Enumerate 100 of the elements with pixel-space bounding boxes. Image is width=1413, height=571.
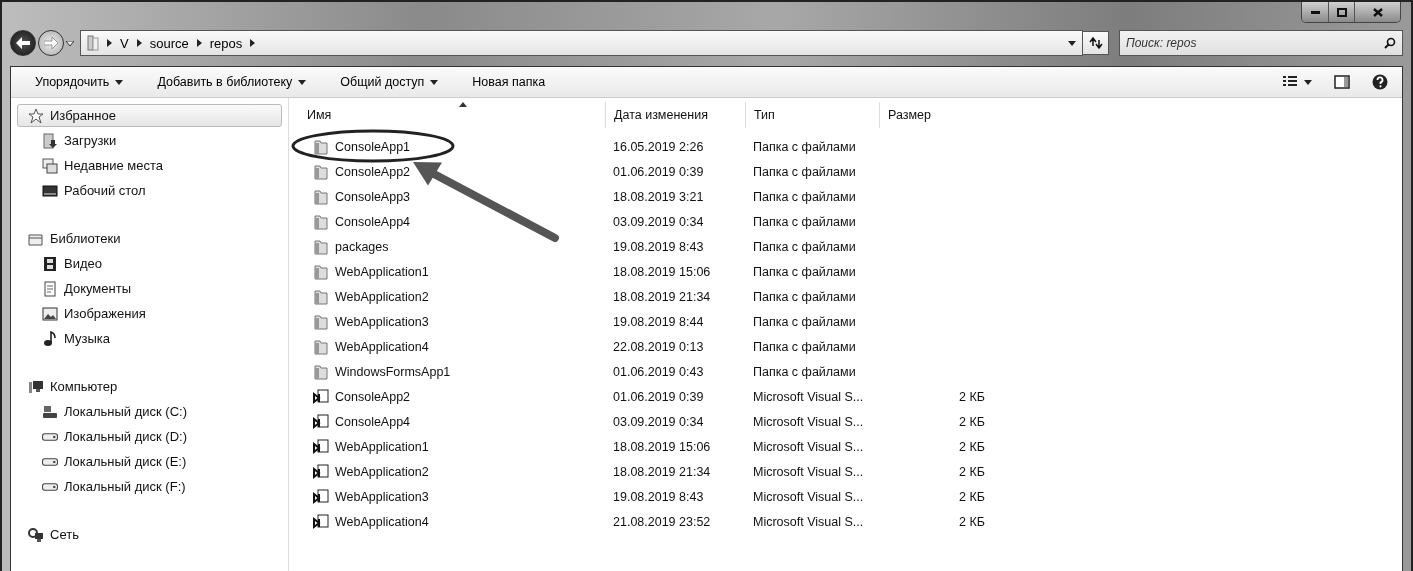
file-type: Папка с файлами: [752, 314, 857, 329]
file-row[interactable]: WebApplication4 22.08.2019 0:13 Папка с файлами: [299, 334, 1402, 359]
forward-button[interactable]: [38, 30, 64, 56]
file-row[interactable]: ConsoleApp1 16.05.2019 2:26 Папка с файлами: [299, 134, 1402, 159]
desktop-icon: [42, 182, 58, 199]
solution-file-icon: [313, 413, 329, 430]
file-name: WebApplication2: [299, 288, 605, 305]
column-header[interactable]: Имя: [299, 102, 605, 128]
modified-date: 19.08.2019 8:43: [612, 489, 705, 504]
file-row[interactable]: WebApplication4 21.08.2019 23:52 Microsoft Visual S... 2 КБ: [299, 509, 1402, 534]
nav-item[interactable]: Рабочий стол: [17, 179, 282, 202]
file-row[interactable]: WebApplication3 19.08.2019 8:44 Папка с файлами: [299, 309, 1402, 334]
nav-item[interactable]: Локальный диск (F:): [17, 475, 282, 498]
maximize-button[interactable]: [1328, 2, 1354, 22]
file-name: WebApplication1: [299, 438, 605, 455]
close-button[interactable]: [1354, 2, 1400, 22]
modified-date: 18.08.2019 3:21: [612, 189, 705, 204]
folder-icon: [313, 188, 329, 205]
file-name: WebApplication2: [299, 463, 605, 480]
minimize-button[interactable]: [1302, 2, 1328, 22]
file-name: WebApplication3: [299, 488, 605, 505]
nav-item[interactable]: Локальный диск (E:): [17, 450, 282, 473]
file-name: ConsoleApp4: [299, 213, 605, 230]
nav-item[interactable]: Локальный диск (C:): [17, 400, 282, 423]
nav-item[interactable]: Документы: [17, 277, 282, 300]
modified-date: 18.08.2019 21:34: [612, 464, 712, 479]
toolbar-button[interactable]: Добавить в библиотеку: [149, 72, 315, 92]
file-row[interactable]: ConsoleApp4 03.09.2019 0:34 Папка с файлами: [299, 209, 1402, 234]
details-view-icon: [1282, 75, 1298, 89]
nav-item[interactable]: Музыка: [17, 327, 282, 350]
nav-item[interactable]: Локальный диск (D:): [17, 425, 282, 448]
file-row[interactable]: packages 19.08.2019 8:43 Папка с файлами: [299, 234, 1402, 259]
toolbar-button[interactable]: Упорядочить: [27, 72, 132, 92]
nav-group[interactable]: Сеть: [17, 523, 282, 546]
file-name: packages: [299, 238, 605, 255]
modified-date: 21.08.2019 23:52: [612, 514, 712, 529]
modified-date: 19.08.2019 8:43: [612, 239, 705, 254]
file-name: WebApplication4: [299, 338, 605, 355]
modified-date: 22.08.2019 0:13: [612, 339, 705, 354]
history-caret-icon[interactable]: [66, 40, 74, 46]
caret-icon: [298, 79, 307, 85]
modified-date: 03.09.2019 0:34: [612, 414, 705, 429]
caret-icon: [115, 79, 124, 85]
file-size: 2 КБ: [958, 439, 986, 454]
toolbar-button[interactable]: Общий доступ: [332, 72, 447, 92]
file-type: Microsoft Visual S...: [752, 514, 865, 529]
file-size: 2 КБ: [958, 514, 986, 529]
address-bar[interactable]: V source repos: [80, 30, 1083, 56]
file-row[interactable]: ConsoleApp3 18.08.2019 3:21 Папка с файлами: [299, 184, 1402, 209]
nav-item[interactable]: Изображения: [17, 302, 282, 325]
file-name: ConsoleApp3: [299, 188, 605, 205]
close-icon: [1372, 7, 1383, 17]
nav-group[interactable]: Избранное: [17, 104, 282, 127]
file-row[interactable]: ConsoleApp4 03.09.2019 0:34 Microsoft Visual S... 2 КБ: [299, 409, 1402, 434]
file-type: Microsoft Visual S...: [752, 464, 865, 479]
network-icon: [28, 526, 44, 543]
folder-icon: [313, 338, 329, 355]
caret-icon: [1304, 79, 1312, 85]
file-row[interactable]: WebApplication2 18.08.2019 21:34 Microsoft Visual S... 2 КБ: [299, 459, 1402, 484]
modified-date: 18.08.2019 21:34: [612, 289, 712, 304]
drive-icon: [42, 457, 58, 466]
file-type: Папка с файлами: [752, 189, 857, 204]
search-icon: [1384, 37, 1396, 49]
refresh-button[interactable]: [1083, 31, 1109, 55]
file-size: 2 КБ: [958, 414, 986, 429]
file-row[interactable]: WebApplication1 18.08.2019 15:06 Microsoft Visual S... 2 КБ: [299, 434, 1402, 459]
file-type: Microsoft Visual S...: [752, 439, 865, 454]
file-row[interactable]: WebApplication1 18.08.2019 15:06 Папка с файлами: [299, 259, 1402, 284]
document-icon: [42, 280, 58, 297]
nav-group[interactable]: Компьютер: [17, 375, 282, 398]
image-icon: [42, 305, 58, 322]
computer-icon: [28, 378, 44, 395]
nav-item[interactable]: Недавние места: [17, 154, 282, 177]
refresh-arrows-icon: [1088, 37, 1103, 49]
toolbar-button[interactable]: Новая папка: [464, 72, 554, 92]
column-header[interactable]: Тип: [745, 102, 879, 128]
breadcrumb[interactable]: V: [120, 35, 129, 51]
solution-file-icon: [313, 463, 329, 480]
search-field[interactable]: Поиск: repos: [1119, 30, 1403, 56]
file-row[interactable]: WebApplication2 18.08.2019 21:34 Папка с файлами: [299, 284, 1402, 309]
file-row[interactable]: ConsoleApp2 01.06.2019 0:39 Папка с файлами: [299, 159, 1402, 184]
file-row[interactable]: WebApplication3 19.08.2019 8:43 Microsoft Visual S... 2 КБ: [299, 484, 1402, 509]
column-header[interactable]: Дата изменения: [605, 102, 745, 128]
file-size: 2 КБ: [958, 464, 986, 479]
file-row[interactable]: ConsoleApp2 01.06.2019 0:39 Microsoft Visual S... 2 КБ: [299, 384, 1402, 409]
folder-icon: [87, 35, 99, 51]
recent-places-icon: [42, 157, 58, 174]
file-row[interactable]: WindowsFormsApp1 01.06.2019 0:43 Папка с файлами: [299, 359, 1402, 384]
breadcrumb[interactable]: repos: [209, 35, 243, 51]
breadcrumb[interactable]: source: [149, 35, 189, 51]
column-header[interactable]: Размер: [879, 102, 993, 128]
drive-icon: [42, 482, 58, 491]
nav-group[interactable]: Библиотеки: [17, 227, 282, 250]
file-type: Папка с файлами: [752, 264, 857, 279]
back-button[interactable]: [10, 30, 36, 56]
file-name: WindowsFormsApp1: [299, 363, 605, 380]
file-size: 2 КБ: [958, 389, 986, 404]
folder-icon: [313, 138, 329, 155]
nav-item[interactable]: Видео: [17, 252, 282, 275]
nav-item[interactable]: Загрузки: [17, 129, 282, 152]
